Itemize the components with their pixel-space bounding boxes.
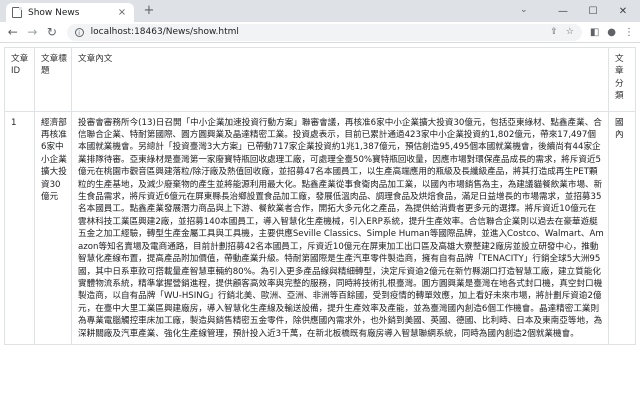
header-content: 文章內文 (71, 47, 609, 112)
page-icon (12, 7, 22, 18)
toolbar-right: ◧ ● ⋮ (582, 27, 634, 38)
header-category: 文章分類 (608, 47, 636, 112)
tab-strip: Show News × + ⌄ — ☐ ✕ (0, 0, 640, 22)
header-title: 文章標題 (34, 47, 72, 112)
info-icon[interactable]: i (74, 27, 84, 37)
share-icon[interactable]: ⇪ (550, 27, 558, 37)
close-window-icon[interactable]: ✕ (608, 6, 638, 17)
tab-search-icon[interactable]: ⌄ (520, 5, 528, 15)
star-icon[interactable]: ☆ (566, 27, 574, 37)
browser-tab[interactable]: Show News × (6, 3, 134, 22)
reload-icon[interactable]: ↻ (45, 25, 59, 39)
maximize-icon[interactable]: ☐ (578, 6, 608, 17)
page-content: 文章ID 文章標題 文章內文 文章分類 1 經濟部再核准6家中小企業擴大投資30… (0, 43, 640, 414)
url-text[interactable]: localhost:18463/News/show.html (91, 27, 543, 37)
address-bar[interactable]: i localhost:18463/News/show.html ⇪ ☆ (66, 23, 582, 41)
browser-toolbar: ← → ↻ i localhost:18463/News/show.html ⇪… (0, 22, 640, 43)
news-table: 文章ID 文章標題 文章內文 文章分類 1 經濟部再核准6家中小企業擴大投資30… (4, 47, 636, 345)
forward-icon[interactable]: → (26, 25, 40, 39)
header-id: 文章ID (4, 47, 35, 112)
profile-icon[interactable]: ● (607, 27, 616, 38)
minimize-icon[interactable]: — (548, 6, 578, 17)
table-header-row: 文章ID 文章標題 文章內文 文章分類 (4, 47, 636, 112)
back-icon[interactable]: ← (6, 25, 20, 39)
extensions-icon[interactable]: ◧ (590, 27, 599, 38)
table-row: 1 經濟部再核准6家中小企業擴大投資30億元 投審會審務所今(13)日召開「中小… (4, 110, 636, 345)
new-tab-button[interactable]: + (142, 3, 156, 19)
tab-close-icon[interactable]: × (116, 7, 128, 18)
cell-title: 經濟部再核准6家中小企業擴大投資30億元 (34, 110, 72, 345)
cell-category: 國內 (608, 110, 636, 345)
cell-id: 1 (4, 110, 35, 345)
menu-icon[interactable]: ⋮ (624, 27, 634, 38)
window-controls: — ☐ ✕ (548, 0, 638, 22)
cell-content: 投審會審務所今(13)日召開「中小企業加速投資行動方案」聯審會議，再核准6家中小… (71, 110, 609, 345)
tab-title: Show News (28, 7, 80, 18)
